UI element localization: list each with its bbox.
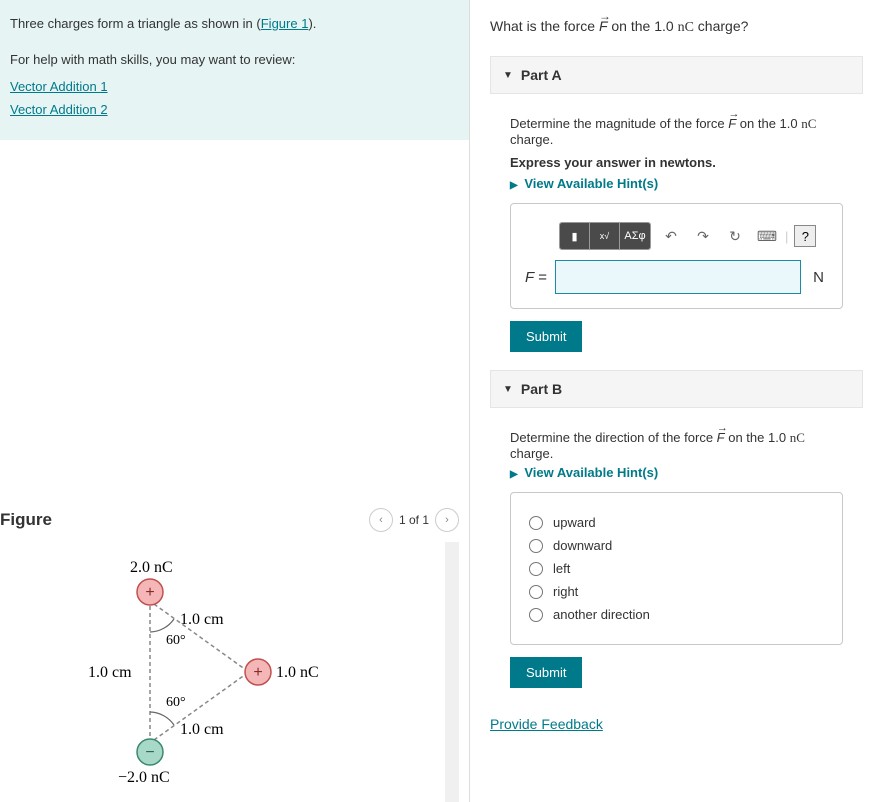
caret-right-icon: ▶	[510, 180, 518, 191]
vector-addition-1-link[interactable]: Vector Addition 1	[10, 79, 108, 94]
part-b-instruction: Determine the direction of the force F o…	[510, 430, 843, 461]
triangle-diagram: + + − 2.0 nC 1.0 nC −2.0 nC 1.0 cm 1.0 c…	[0, 542, 440, 802]
svg-text:+: +	[253, 664, 262, 681]
svg-text:−2.0 nC: −2.0 nC	[118, 769, 170, 786]
greek-tool-button[interactable]: ΑΣφ	[620, 223, 650, 249]
figure-page-label: 1 of 1	[399, 513, 429, 527]
svg-text:1.0 cm: 1.0 cm	[180, 611, 224, 628]
part-a-instruction: Determine the magnitude of the force F o…	[510, 116, 843, 147]
right-pane: What is the force F on the 1.0 nC charge…	[470, 0, 883, 802]
intro-text: Three charges form a triangle as shown i…	[10, 15, 459, 41]
radio-left[interactable]	[529, 562, 543, 576]
help-text: For help with math skills, you may want …	[10, 51, 459, 69]
unit-label: N	[809, 269, 828, 286]
figure-header: Figure ‹ 1 of 1 ›	[0, 503, 459, 542]
svg-text:1.0 nC: 1.0 nC	[276, 664, 319, 681]
part-a-answer-box: ▮ x√ ΑΣφ ↶ ↷ ↻ ⌨ | ? F = N	[510, 203, 843, 309]
option-upward[interactable]: upward	[529, 515, 824, 530]
variable-label: F =	[525, 269, 547, 286]
redo-icon[interactable]: ↷	[691, 223, 715, 249]
vector-addition-2-link[interactable]: Vector Addition 2	[10, 102, 108, 117]
help-button[interactable]: ?	[794, 225, 816, 247]
part-b-hints-toggle[interactable]: ▶ View Available Hint(s)	[510, 465, 843, 480]
svg-text:60°: 60°	[166, 695, 186, 710]
intro-post: ).	[308, 16, 316, 31]
figure-next-button[interactable]: ›	[435, 508, 459, 532]
option-downward[interactable]: downward	[529, 538, 824, 553]
part-a-express: Express your answer in newtons.	[510, 155, 843, 170]
fraction-tool-button[interactable]: x√	[590, 223, 620, 249]
figure-prev-button[interactable]: ‹	[369, 508, 393, 532]
template-tool-button[interactable]: ▮	[560, 223, 590, 249]
figure-title: Figure	[0, 510, 52, 530]
figure-nav: ‹ 1 of 1 ›	[369, 508, 459, 532]
intro-pre: Three charges form a triangle as shown i…	[10, 16, 261, 31]
figure-link[interactable]: Figure 1	[261, 15, 309, 33]
option-right[interactable]: right	[529, 584, 824, 599]
part-a-body: Determine the magnitude of the force F o…	[490, 94, 863, 370]
left-pane: Three charges form a triangle as shown i…	[0, 0, 470, 802]
force-vector-symbol: F	[599, 18, 608, 34]
figure-canvas: + + − 2.0 nC 1.0 nC −2.0 nC 1.0 cm 1.0 c…	[0, 542, 459, 802]
part-a-header[interactable]: ▼ Part A	[490, 56, 863, 94]
part-b-body: Determine the direction of the force F o…	[490, 408, 863, 706]
svg-text:2.0 nC: 2.0 nC	[130, 559, 173, 576]
magnitude-input[interactable]	[555, 260, 801, 294]
question-text: What is the force F on the 1.0 nC charge…	[490, 18, 863, 36]
undo-icon[interactable]: ↶	[659, 223, 683, 249]
reset-icon[interactable]: ↻	[723, 223, 747, 249]
figure-section: Figure ‹ 1 of 1 › +	[0, 503, 459, 802]
svg-text:−: −	[145, 744, 154, 761]
radio-right[interactable]	[529, 585, 543, 599]
provide-feedback-link[interactable]: Provide Feedback	[490, 716, 603, 732]
part-a-hints-toggle[interactable]: ▶ View Available Hint(s)	[510, 176, 843, 191]
keyboard-icon[interactable]: ⌨	[755, 223, 779, 249]
part-a-title: Part A	[521, 67, 562, 83]
radio-another[interactable]	[529, 608, 543, 622]
part-b-header[interactable]: ▼ Part B	[490, 370, 863, 408]
caret-down-icon: ▼	[503, 384, 513, 395]
option-left[interactable]: left	[529, 561, 824, 576]
info-box: Three charges form a triangle as shown i…	[0, 0, 469, 140]
svg-text:+: +	[145, 584, 154, 601]
part-b-options-box: upward downward left right another direc…	[510, 492, 843, 645]
option-another[interactable]: another direction	[529, 607, 824, 622]
svg-text:1.0 cm: 1.0 cm	[180, 721, 224, 738]
part-b-title: Part B	[521, 381, 562, 397]
svg-text:60°: 60°	[166, 633, 186, 648]
answer-input-row: F = N	[525, 260, 828, 294]
part-a-submit-button[interactable]: Submit	[510, 321, 582, 352]
radio-downward[interactable]	[529, 539, 543, 553]
svg-text:1.0 cm: 1.0 cm	[88, 664, 132, 681]
caret-right-icon: ▶	[510, 469, 518, 480]
equation-toolbar: ▮ x√ ΑΣφ ↶ ↷ ↻ ⌨ | ?	[559, 222, 828, 250]
radio-upward[interactable]	[529, 516, 543, 530]
caret-down-icon: ▼	[503, 70, 513, 81]
part-b-submit-button[interactable]: Submit	[510, 657, 582, 688]
